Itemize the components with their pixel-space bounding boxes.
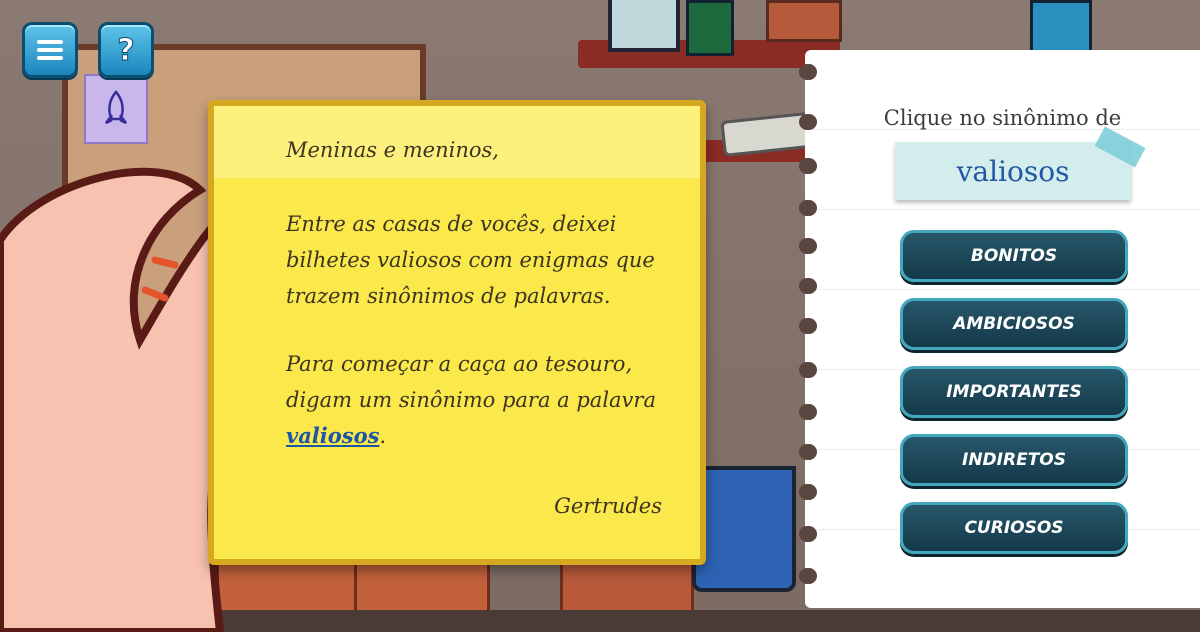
binder-hole (799, 526, 817, 542)
letter-note: Meninas e meninos, Entre as casas de voc… (208, 100, 706, 565)
help-icon: ? (117, 32, 135, 68)
note-paragraph-2: Para começar a caça ao tesouro, digam um… (286, 346, 686, 454)
instruction-text: Clique no sinônimo de (883, 106, 1122, 130)
binder-hole (799, 238, 817, 254)
binder-hole (799, 158, 817, 174)
option-button-indiretos[interactable]: INDIRETOS (900, 434, 1128, 486)
binder-hole (799, 64, 817, 80)
binder-hole (799, 318, 817, 334)
note-paragraph-1: Entre as casas de vocês, deixei bilhetes… (286, 212, 655, 308)
binder-hole (799, 362, 817, 378)
quiz-panel: Clique no sinônimo de valiosos BONITOS A… (799, 50, 1200, 608)
note-paragraph-2-end: . (379, 424, 387, 448)
binder-hole (799, 568, 817, 584)
rocket-icon (105, 90, 127, 125)
option-button-bonitos[interactable]: BONITOS (900, 230, 1128, 282)
binder-hole (799, 404, 817, 420)
note-signature: Gertrudes (554, 494, 662, 518)
help-button[interactable]: ? (98, 22, 154, 78)
binder-hole (799, 200, 817, 216)
binder-hole (799, 484, 817, 500)
binder-hole (799, 444, 817, 460)
hamburger-menu-icon (37, 40, 63, 60)
option-button-curiosos[interactable]: CURIOSOS (900, 502, 1128, 554)
menu-button[interactable] (22, 22, 78, 78)
jar (608, 0, 680, 52)
wooden-box (766, 0, 842, 42)
binder-hole (799, 278, 817, 294)
option-button-importantes[interactable]: IMPORTANTES (900, 366, 1128, 418)
blue-bucket-top (1030, 0, 1092, 56)
paint-bucket (692, 466, 796, 592)
green-bottle (686, 0, 734, 56)
note-greeting: Meninas e meninos, (286, 138, 499, 162)
option-button-ambiciosos[interactable]: AMBICIOSOS (900, 298, 1128, 350)
rocket-sticky-note (84, 74, 148, 144)
word-link[interactable]: valiosos (286, 423, 379, 448)
note-paragraph-2-text: Para começar a caça ao tesouro, digam um… (286, 352, 656, 412)
target-word-card: valiosos (895, 142, 1131, 200)
